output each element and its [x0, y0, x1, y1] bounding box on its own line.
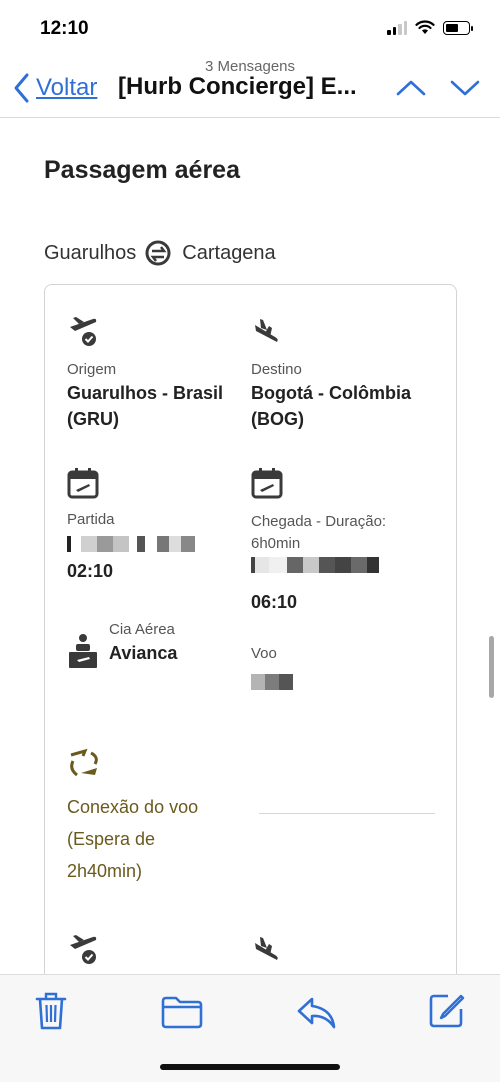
chevron-up-icon[interactable] — [396, 78, 426, 98]
chevron-down-icon[interactable] — [450, 78, 480, 98]
next-destination-block — [251, 933, 283, 967]
destination-label: Destino — [251, 361, 302, 378]
arrival-label: Chegada - Duração: 6h0min — [251, 513, 387, 552]
email-subject: [Hurb Concierge] E... — [118, 73, 357, 100]
scrollbar[interactable] — [489, 636, 494, 698]
plane-takeoff-icon — [70, 317, 97, 346]
section-title: Passagem aérea — [44, 156, 240, 184]
calendar-icon — [67, 468, 99, 499]
flight-number-redacted — [251, 674, 293, 690]
trash-icon[interactable] — [34, 991, 68, 1031]
plane-landing-icon — [255, 937, 278, 960]
departure-label: Partida — [67, 511, 115, 528]
email-nav-bar: 3 Mensagens Voltar [Hurb Concierge] E... — [0, 56, 500, 118]
home-indicator — [160, 1064, 340, 1070]
airline-block: Cia Aérea Avianca — [67, 621, 177, 673]
plane-landing-icon — [255, 319, 278, 342]
status-icons — [387, 20, 473, 35]
flight-card: Origem Guarulhos - Brasil (GRU) Destino … — [44, 284, 457, 974]
origin-value: Guarulhos - Brasil (GRU) — [67, 383, 224, 429]
departure-time: 02:10 — [67, 561, 114, 581]
origin-label: Origem — [67, 361, 117, 378]
airline-counter-icon — [69, 634, 97, 668]
next-origin-block — [67, 933, 99, 967]
connection-icon — [70, 748, 98, 777]
arrival-block: Chegada - Duração: 6h0min 06:10 — [251, 467, 421, 615]
origin-block: Origem Guarulhos - Brasil (GRU) — [67, 315, 242, 432]
route-from: Guarulhos — [44, 241, 137, 264]
destination-block: Destino Bogotá - Colômbia (BOG) — [251, 315, 441, 432]
route-connection-icon — [144, 238, 174, 268]
email-body: Passagem aérea Guarulhos Cartagena Orige… — [0, 118, 500, 974]
status-time: 12:10 — [40, 18, 89, 39]
back-label: Voltar — [36, 74, 98, 101]
compose-icon[interactable] — [428, 991, 466, 1029]
wifi-icon — [415, 20, 435, 34]
airline-label: Cia Aérea — [109, 621, 175, 638]
connection-divider — [259, 813, 435, 814]
folder-icon[interactable] — [160, 995, 204, 1029]
departure-block: Partida 02:10 — [67, 467, 195, 584]
reply-icon[interactable] — [296, 995, 338, 1031]
destination-value: Bogotá - Colômbia (BOG) — [251, 383, 411, 429]
flight-number-block: Voo — [251, 645, 293, 690]
chevron-left-icon — [14, 73, 29, 103]
calendar-icon — [251, 468, 283, 499]
plane-takeoff-icon — [70, 935, 97, 964]
back-button[interactable]: Voltar — [12, 72, 97, 104]
flight-number-label: Voo — [251, 645, 277, 662]
arrival-time: 06:10 — [251, 592, 298, 612]
connection-block: Conexão do voo (Espera de 2h40min) — [67, 747, 207, 887]
route-summary: Guarulhos Cartagena — [44, 238, 276, 268]
route-to: Cartagena — [182, 241, 276, 264]
connection-text: Conexão do voo (Espera de 2h40min) — [67, 797, 199, 881]
arrival-date-redacted — [251, 557, 421, 573]
departure-date-redacted — [67, 536, 195, 552]
status-bar: 12:10 — [0, 0, 500, 56]
airline-value: Avianca — [109, 643, 178, 663]
cellular-signal-icon — [387, 20, 407, 35]
battery-icon — [443, 20, 473, 35]
